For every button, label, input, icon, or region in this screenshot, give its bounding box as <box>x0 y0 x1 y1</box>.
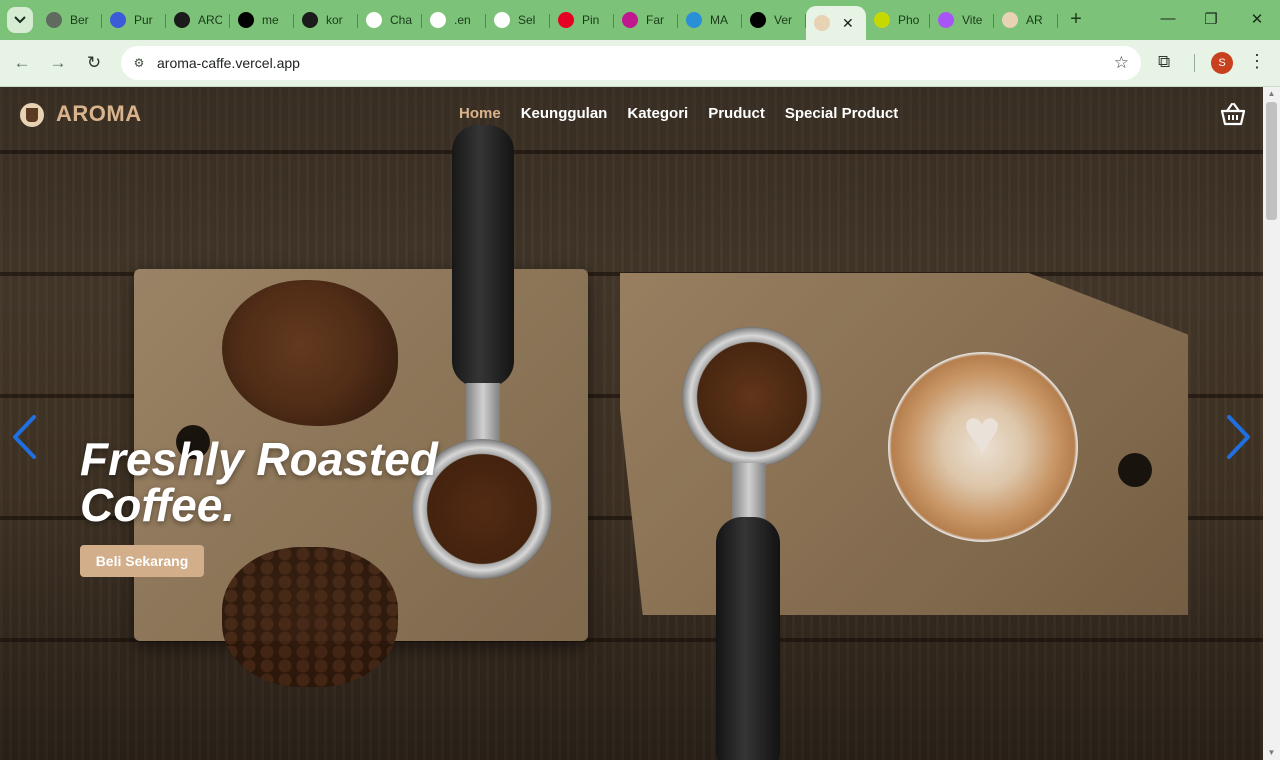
extensions-icon[interactable]: ⧉ <box>1158 52 1170 72</box>
coffee-cup-logo-icon[interactable] <box>20 103 44 127</box>
back-button[interactable]: ← <box>12 53 32 73</box>
bookmark-star-icon[interactable]: ☆ <box>1114 53 1129 73</box>
aroma-favicon-icon <box>1002 12 1018 28</box>
openai-icon <box>366 12 382 28</box>
tab-title: Pho <box>898 13 920 27</box>
browser-tab[interactable]: Sel <box>486 6 550 34</box>
browser-tab[interactable]: Far <box>614 6 678 34</box>
aroma-favicon-icon <box>814 15 830 31</box>
tab-strip: Ber Pur ARC me kor Cha .en Sel Pin Far MA Ver ✕ Pho Vi… <box>0 0 1280 40</box>
triangle-icon <box>750 12 766 28</box>
tab-title: Vite <box>962 13 983 27</box>
apps-icon <box>494 12 510 28</box>
github-icon <box>302 12 318 28</box>
tab-title: Pur <box>134 13 153 27</box>
p-icon <box>874 12 890 28</box>
tab-title: AR <box>1026 13 1043 27</box>
chevron-down-icon <box>14 16 26 24</box>
browser-tab[interactable]: ARC <box>166 6 230 34</box>
gmail-icon <box>430 12 446 28</box>
browser-tab[interactable]: Ber <box>38 6 102 34</box>
nav-special-product[interactable]: Special Product <box>785 105 898 122</box>
page-viewport: ♥ AROMA Home Keunggulan Kategori Pruduct… <box>0 87 1263 760</box>
tab-title: kor <box>326 13 343 27</box>
hero-title: Freshly Roasted Coffee. <box>80 433 438 531</box>
pinterest-icon <box>558 12 574 28</box>
restore-icon[interactable]: ❐ <box>1201 10 1221 28</box>
browser-tab[interactable]: ✕ <box>806 6 866 40</box>
tab-title: me <box>262 13 279 27</box>
browser-tab[interactable]: .en <box>422 6 486 34</box>
browser-tab[interactable]: kor <box>294 6 358 34</box>
browser-tab[interactable]: Vite <box>930 6 994 34</box>
brand-logo[interactable]: AROMA <box>56 101 142 127</box>
nav-kategori[interactable]: Kategori <box>627 105 688 122</box>
nav-home[interactable]: Home <box>459 105 501 122</box>
new-tab-button[interactable]: + <box>1066 9 1086 29</box>
browser-tab[interactable]: me <box>230 6 294 34</box>
browser-tab[interactable]: Cha <box>358 6 422 34</box>
tab-title: MA <box>710 13 728 27</box>
scroll-down-icon[interactable]: ▼ <box>1263 746 1280 760</box>
browser-toolbar: ← → ↻ ⚙ aroma-caffe.vercel.app ☆ ⧉ S ⋮ <box>0 40 1280 87</box>
browser-tab[interactable]: Ver <box>742 6 806 34</box>
bolt-icon <box>174 12 190 28</box>
site-header: AROMA Home Keunggulan Kategori Pruduct S… <box>0 87 1263 143</box>
carousel-next-icon[interactable] <box>1225 413 1253 461</box>
site-info-icon[interactable]: ⚙ <box>130 54 148 72</box>
printer-icon <box>110 12 126 28</box>
nav-pruduct[interactable]: Pruduct <box>708 105 765 122</box>
hero-overlay <box>0 87 1263 760</box>
browser-tab[interactable]: Pin <box>550 6 614 34</box>
tab-title: Pin <box>582 13 600 27</box>
browser-tab[interactable]: AR <box>994 6 1058 34</box>
tab-title: Cha <box>390 13 413 27</box>
forward-button[interactable]: → <box>48 53 68 73</box>
tab-title: Ver <box>774 13 793 27</box>
page-scrollbar[interactable]: ▲ ▼ <box>1263 87 1280 760</box>
tab-list: Ber Pur ARC me kor Cha .en Sel Pin Far MA Ver ✕ Pho Vi… <box>38 6 1058 40</box>
browser-tab[interactable]: Pho <box>866 6 930 34</box>
triangle-icon <box>238 12 254 28</box>
tab-title: Sel <box>518 13 536 27</box>
browser-tab[interactable]: MA <box>678 6 742 34</box>
tab-search-button[interactable] <box>7 7 33 33</box>
nav-keunggulan[interactable]: Keunggulan <box>521 105 608 122</box>
globe-icon <box>46 12 62 28</box>
main-nav: Home Keunggulan Kategori Pruduct Special… <box>459 105 898 122</box>
browser-menu-icon[interactable]: ⋮ <box>1248 51 1266 72</box>
reload-button[interactable]: ↻ <box>84 53 104 73</box>
bars-icon <box>686 12 702 28</box>
tab-title: Ber <box>70 13 89 27</box>
scroll-thumb[interactable] <box>1266 102 1277 220</box>
circle-icon <box>622 12 638 28</box>
tab-title: .en <box>454 13 471 27</box>
url-text[interactable]: aroma-caffe.vercel.app <box>157 55 300 71</box>
shopping-basket-icon[interactable] <box>1220 102 1246 126</box>
minimize-icon[interactable]: — <box>1158 10 1178 27</box>
browser-tab[interactable]: Pur <box>102 6 166 34</box>
tab-title: Far <box>646 13 664 27</box>
profile-avatar[interactable]: S <box>1211 52 1233 74</box>
vite-icon <box>938 12 954 28</box>
buy-now-button[interactable]: Beli Sekarang <box>80 545 204 577</box>
close-tab-icon[interactable]: ✕ <box>842 15 854 32</box>
hero-background-image: ♥ <box>0 87 1263 760</box>
carousel-prev-icon[interactable] <box>10 413 38 461</box>
close-window-icon[interactable]: ✕ <box>1247 10 1267 28</box>
scroll-up-icon[interactable]: ▲ <box>1263 87 1280 101</box>
toolbar-divider <box>1194 54 1195 72</box>
tab-title: ARC <box>198 13 222 27</box>
address-bar[interactable]: ⚙ aroma-caffe.vercel.app ☆ <box>121 46 1141 80</box>
